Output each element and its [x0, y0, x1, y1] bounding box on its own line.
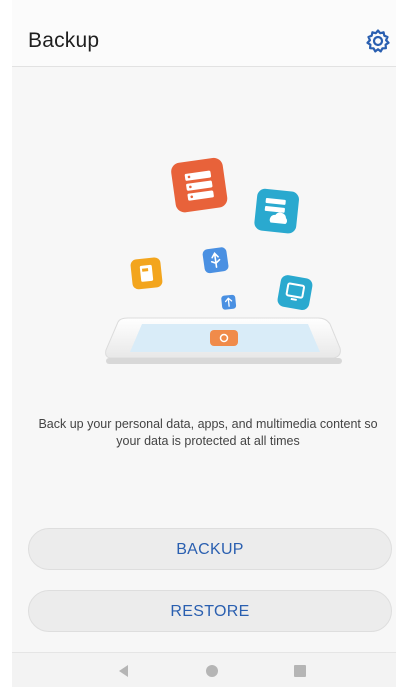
computer-icon [277, 275, 313, 310]
backup-illustration [82, 150, 352, 380]
system-navigation-bar [12, 652, 396, 687]
wifi-transfer-icon [221, 294, 237, 310]
back-triangle-icon[interactable] [114, 661, 134, 681]
backup-screen: Backup Back up your personal data, apps,… [12, 0, 396, 687]
sd-card-icon [130, 257, 163, 290]
phone-illustration [105, 317, 342, 364]
cloud-storage-icon [254, 188, 299, 234]
backup-description: Back up your personal data, apps, and mu… [38, 417, 378, 448]
app-bar: Backup [12, 0, 396, 67]
page-title: Backup [28, 29, 100, 52]
recent-square-icon[interactable] [290, 661, 310, 681]
usb-icon [202, 247, 229, 274]
storage-app-icon [171, 157, 228, 213]
restore-button[interactable]: RESTORE [28, 590, 392, 632]
home-circle-icon[interactable] [202, 661, 222, 681]
gear-icon[interactable] [365, 28, 391, 54]
backup-button[interactable]: BACKUP [28, 528, 392, 570]
